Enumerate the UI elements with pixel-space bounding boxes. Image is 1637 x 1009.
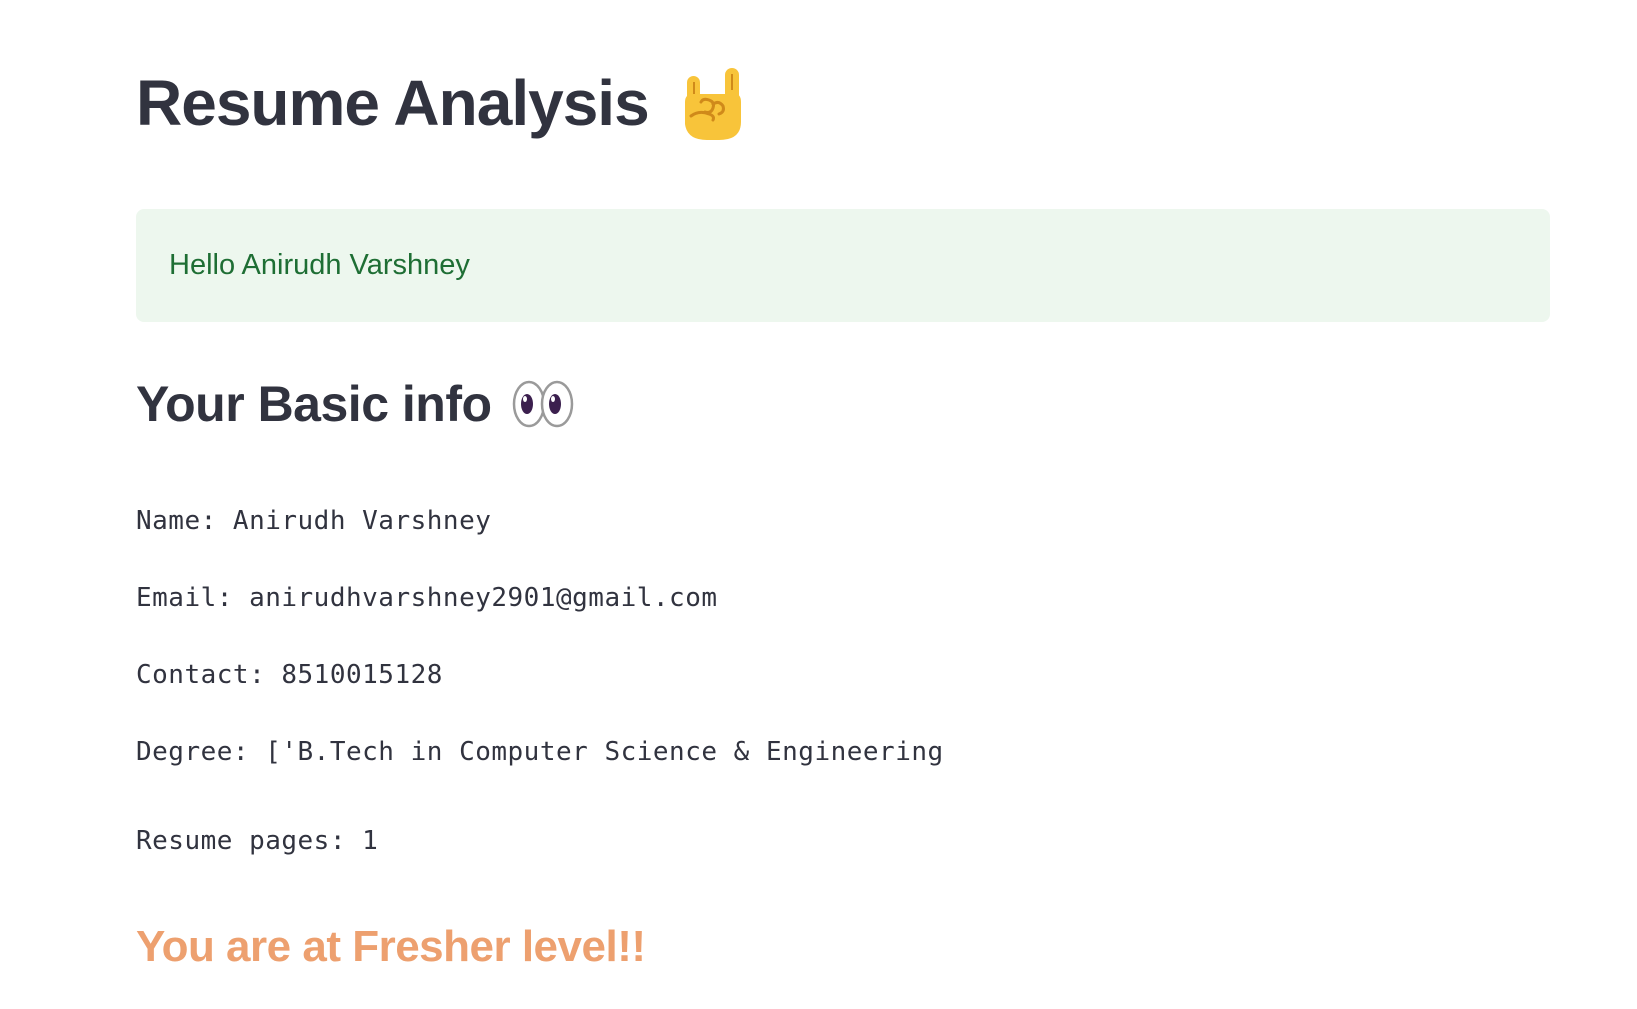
name-line: Name: Anirudh Varshney <box>136 506 492 536</box>
degree-line: Degree: ['B.Tech in Computer Science & E… <box>136 737 944 767</box>
rock-on-hand-icon <box>679 64 749 142</box>
email-line: Email: anirudhvarshney2901@gmail.com <box>136 583 718 613</box>
basic-info-heading: Your Basic info <box>136 376 492 432</box>
greeting-text: Hello Anirudh Varshney <box>169 249 470 281</box>
experience-level-text: You are at Fresher level!! <box>136 922 646 971</box>
page-title-row: Resume Analysis <box>136 58 749 148</box>
eyes-icon <box>512 379 574 429</box>
greeting-alert: Hello Anirudh Varshney <box>136 209 1550 322</box>
basic-info-heading-row: Your Basic info <box>136 368 574 440</box>
page-title: Resume Analysis <box>136 67 650 139</box>
contact-line: Contact: 8510015128 <box>136 660 443 690</box>
resume-pages-line: Resume pages: 1 <box>136 826 379 856</box>
